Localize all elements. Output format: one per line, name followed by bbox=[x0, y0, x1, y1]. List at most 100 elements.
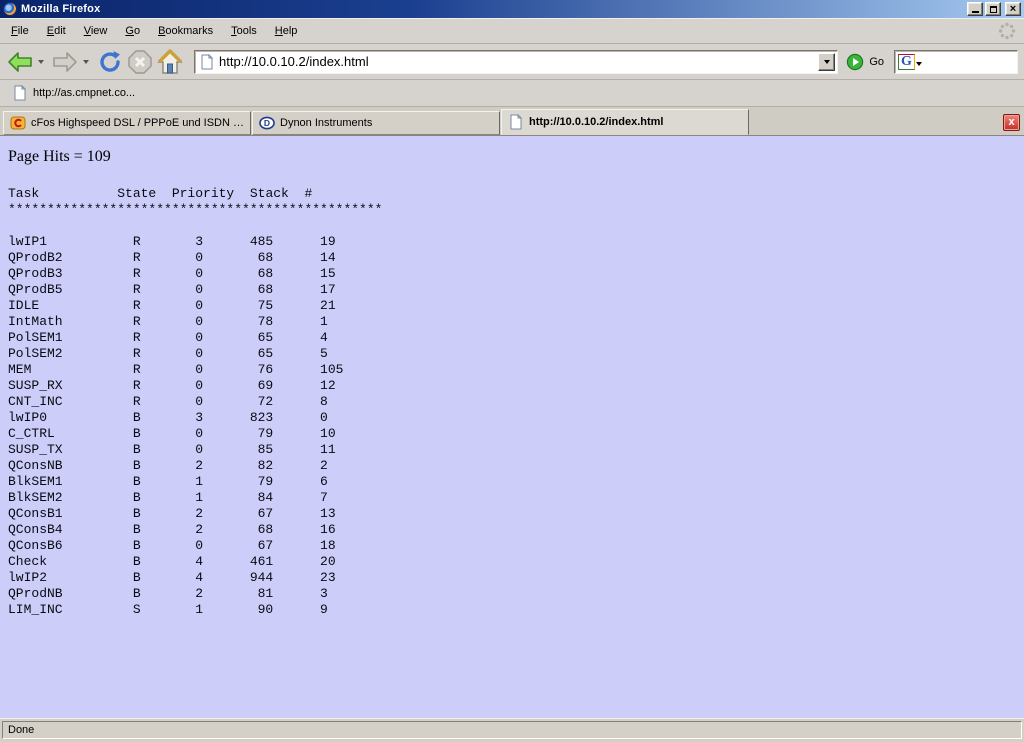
cell-name: MEM bbox=[8, 362, 133, 378]
cell-name: QConsB4 bbox=[8, 522, 133, 538]
back-button[interactable] bbox=[6, 49, 34, 75]
home-icon bbox=[157, 49, 183, 75]
url-dropdown-button[interactable] bbox=[818, 53, 835, 71]
svg-text:D: D bbox=[264, 118, 270, 128]
cell-state: R bbox=[133, 282, 195, 298]
table-row: lwIP2B494423 bbox=[8, 570, 1024, 586]
cell-name: SUSP_RX bbox=[8, 378, 133, 394]
menu-item-file[interactable]: File bbox=[4, 22, 36, 40]
restore-icon bbox=[990, 6, 997, 13]
cell-name: lwIP1 bbox=[8, 234, 133, 250]
tab-1[interactable]: cFos Highspeed DSL / PPPoE und ISDN CAP.… bbox=[3, 111, 251, 135]
cell-name: LIM_INC bbox=[8, 602, 133, 618]
back-history-caret[interactable] bbox=[36, 44, 45, 79]
search-box[interactable]: G bbox=[894, 50, 1018, 74]
cell-stack: 85 bbox=[203, 442, 273, 458]
table-row: LIM_INCS1909 bbox=[8, 602, 1024, 618]
menu-items: FileEditViewGoBookmarksToolsHelp bbox=[4, 25, 308, 37]
cell-prio: 0 bbox=[195, 250, 203, 266]
cell-state: B bbox=[133, 474, 195, 490]
cell-stack: 72 bbox=[203, 394, 273, 410]
firefox-window: Mozilla Firefox × FileEditViewGoBookmark… bbox=[0, 0, 1024, 742]
cell-stack: 84 bbox=[203, 490, 273, 506]
table-row: MEMR076105 bbox=[8, 362, 1024, 378]
cell-num: 1 bbox=[320, 314, 328, 330]
cell-state: B bbox=[133, 442, 195, 458]
cell-prio: 0 bbox=[195, 330, 203, 346]
firefox-logo-icon bbox=[3, 2, 17, 16]
tab-2[interactable]: DDynon Instruments bbox=[252, 111, 500, 135]
tab-3[interactable]: http://10.0.10.2/index.html bbox=[501, 109, 749, 135]
cell-name: Check bbox=[8, 554, 133, 570]
menu-item-view[interactable]: View bbox=[77, 22, 115, 40]
cell-state: R bbox=[133, 266, 195, 282]
cell-state: R bbox=[133, 234, 195, 250]
table-row: PolSEM2R0655 bbox=[8, 346, 1024, 362]
cell-prio: 2 bbox=[195, 458, 203, 474]
cell-stack: 78 bbox=[203, 314, 273, 330]
search-input[interactable] bbox=[922, 54, 1014, 70]
cell-prio: 0 bbox=[195, 298, 203, 314]
cell-prio: 0 bbox=[195, 362, 203, 378]
cell-num: 8 bbox=[320, 394, 328, 410]
cell-state: R bbox=[133, 362, 195, 378]
cell-num: 7 bbox=[320, 490, 328, 506]
cell-state: B bbox=[133, 554, 195, 570]
cfos-icon bbox=[10, 115, 26, 131]
page-content: Page Hits = 109 Task State Priority Stac… bbox=[0, 136, 1024, 718]
status-text: Done bbox=[2, 721, 1022, 739]
menu-item-go[interactable]: Go bbox=[118, 22, 147, 40]
cell-stack: 68 bbox=[203, 266, 273, 282]
table-row: BlkSEM1B1796 bbox=[8, 474, 1024, 490]
table-row: QProdB3R06815 bbox=[8, 266, 1024, 282]
url-input[interactable] bbox=[215, 53, 818, 71]
menu-item-tools[interactable]: Tools bbox=[224, 22, 264, 40]
cell-num: 23 bbox=[320, 570, 336, 586]
close-icon: × bbox=[1010, 3, 1016, 15]
cell-name: C_CTRL bbox=[8, 426, 133, 442]
table-row: QConsNBB2822 bbox=[8, 458, 1024, 474]
cell-num: 6 bbox=[320, 474, 328, 490]
cell-stack: 68 bbox=[203, 250, 273, 266]
cell-num: 0 bbox=[320, 410, 328, 426]
forward-button[interactable] bbox=[51, 49, 79, 75]
table-row: lwIP1R348519 bbox=[8, 234, 1024, 250]
cell-name: QConsNB bbox=[8, 458, 133, 474]
address-bar[interactable] bbox=[194, 50, 838, 74]
cell-stack: 79 bbox=[203, 426, 273, 442]
cell-state: R bbox=[133, 394, 195, 410]
home-button[interactable] bbox=[156, 48, 184, 76]
menu-item-help[interactable]: Help bbox=[268, 22, 305, 40]
minimize-button[interactable] bbox=[967, 2, 983, 16]
close-tab-button[interactable]: x bbox=[1003, 114, 1020, 131]
cell-name: QConsB6 bbox=[8, 538, 133, 554]
go-button[interactable]: Go bbox=[846, 53, 884, 71]
cell-prio: 0 bbox=[195, 394, 203, 410]
stop-icon bbox=[127, 49, 153, 75]
cell-prio: 0 bbox=[195, 314, 203, 330]
cell-num: 21 bbox=[320, 298, 336, 314]
cell-num: 5 bbox=[320, 346, 328, 362]
cell-num: 3 bbox=[320, 586, 328, 602]
close-button[interactable]: × bbox=[1005, 2, 1021, 16]
stop-button[interactable] bbox=[126, 48, 154, 76]
forward-history-caret[interactable] bbox=[81, 44, 90, 79]
cell-stack: 75 bbox=[203, 298, 273, 314]
cell-prio: 2 bbox=[195, 586, 203, 602]
table-row: lwIP0B38230 bbox=[8, 410, 1024, 426]
reload-button[interactable] bbox=[96, 48, 124, 76]
bookmark-item[interactable]: http://as.cmpnet.co... bbox=[8, 83, 139, 103]
menu-bar: FileEditViewGoBookmarksToolsHelp bbox=[0, 18, 1024, 44]
cell-stack: 65 bbox=[203, 330, 273, 346]
navigation-toolbar: Go G bbox=[0, 44, 1024, 80]
cell-prio: 1 bbox=[195, 474, 203, 490]
cell-state: R bbox=[133, 346, 195, 362]
restore-button[interactable] bbox=[985, 2, 1001, 16]
menu-item-bookmarks[interactable]: Bookmarks bbox=[151, 22, 220, 40]
page-icon bbox=[199, 54, 215, 70]
table-row: QProdB2R06814 bbox=[8, 250, 1024, 266]
forward-arrow-icon bbox=[52, 50, 78, 74]
tab-label: http://10.0.10.2/index.html bbox=[529, 116, 663, 128]
menu-item-edit[interactable]: Edit bbox=[40, 22, 73, 40]
table-row: CNT_INCR0728 bbox=[8, 394, 1024, 410]
